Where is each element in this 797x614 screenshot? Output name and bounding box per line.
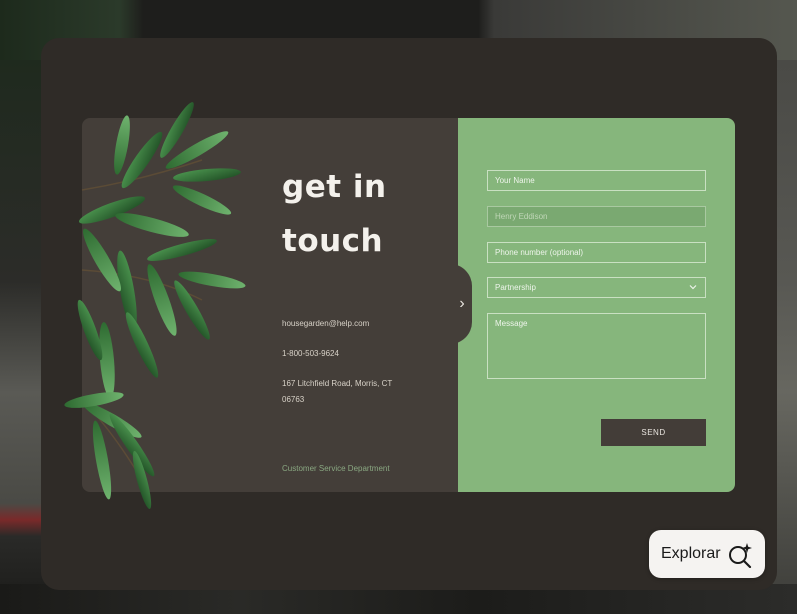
contact-address: 167 Litchfield Road, Morris, CT 06763 <box>282 379 393 404</box>
phone-input[interactable] <box>487 242 706 263</box>
title-line-2: touch <box>282 223 384 259</box>
message-textarea[interactable] <box>487 313 706 379</box>
contact-phone[interactable]: 1-800-503-9624 <box>282 346 339 362</box>
name-value-field[interactable]: Henry Eddison <box>487 206 706 227</box>
department-label: Customer Service Department <box>282 464 390 473</box>
name-input[interactable] <box>487 170 706 191</box>
chevron-right-icon[interactable]: › <box>455 294 469 314</box>
leaves-illustration <box>64 102 246 510</box>
page-title: get in touch <box>282 160 452 268</box>
search-sparkle-icon <box>729 543 752 568</box>
inquiry-type-select[interactable]: Partnership <box>487 277 706 298</box>
select-value: Partnership <box>495 283 536 292</box>
contact-email[interactable]: housegarden@help.com <box>282 316 369 332</box>
chevron-down-icon <box>688 282 698 292</box>
explore-label: Explorar <box>661 545 721 562</box>
title-line-1: get in <box>282 169 387 205</box>
send-button[interactable]: SEND <box>601 419 706 446</box>
explore-button[interactable]: Explorar <box>649 530 765 578</box>
